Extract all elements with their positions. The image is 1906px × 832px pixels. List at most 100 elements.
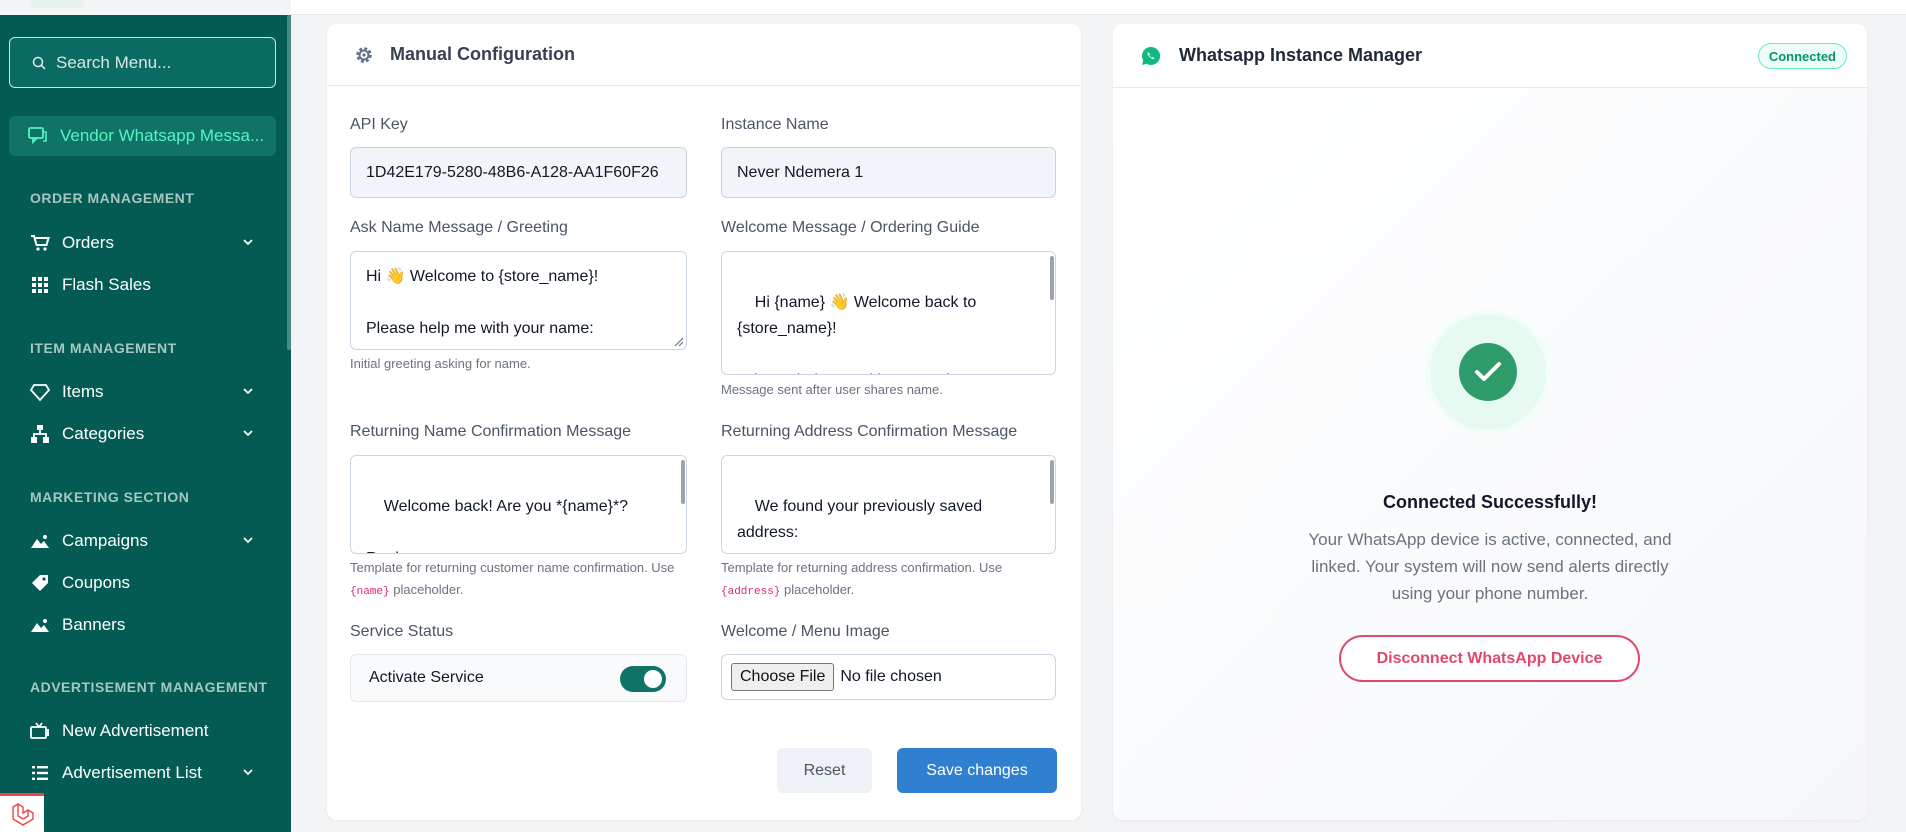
whatsapp-icon (1141, 46, 1161, 65)
sidebar-item-label: Coupons (62, 573, 131, 592)
chevron-down-icon (243, 769, 253, 776)
sidebar-item-label: Categories (62, 424, 145, 443)
returning-address-help: Template for returning address confirmat… (721, 557, 1061, 603)
search-placeholder: Search Menu... (56, 52, 172, 72)
returning-address-text: We found your previously saved address: … (737, 498, 983, 541)
sidebar: Search Menu... Vendor Whatsapp Messa... … (0, 0, 291, 832)
returning-name-label: Returning Name Confirmation Message (350, 423, 632, 440)
sidebar-item-label: Items (62, 382, 104, 401)
image-icon (30, 615, 50, 635)
sidebar-item-label: Campaigns (62, 531, 148, 550)
success-title: Connected Successfully! (1382, 492, 1598, 512)
whatsapp-instance-manager-card: Whatsapp Instance Manager Connected Conn… (1113, 24, 1867, 820)
sidebar-item-banners[interactable]: Banners (30, 610, 260, 640)
cart-icon (30, 233, 50, 253)
sidebar-item-orders[interactable]: Orders (30, 228, 260, 258)
card-header: Manual Configuration (327, 24, 1081, 86)
api-key-input[interactable]: 1D42E179-5280-48B6-A128-AA1F60F26 (350, 147, 687, 198)
sidebar-item-label: Banners (62, 615, 126, 634)
laravel-debug-icon[interactable] (0, 793, 44, 832)
diamond-icon (30, 382, 50, 402)
card-title: Manual Configuration (390, 44, 575, 64)
returning-address-label: Returning Address Confirmation Message (721, 423, 1018, 440)
mountain-icon (30, 531, 50, 551)
success-indicator (1430, 314, 1546, 430)
chevron-down-icon (243, 537, 253, 544)
grid-icon (30, 275, 50, 295)
logo-placeholder (30, 0, 84, 8)
section-order-management: ORDER MANAGEMENT (30, 190, 195, 206)
save-changes-button[interactable]: Save changes (897, 748, 1057, 793)
manual-configuration-card: Manual Configuration API Key 1D42E179-52… (327, 24, 1081, 820)
section-advertisement-management: ADVERTISEMENT MANAGEMENT (30, 679, 268, 695)
sidebar-item-flash-sales[interactable]: Flash Sales (30, 270, 260, 300)
chevron-down-icon (243, 430, 253, 437)
sidebar-item-new-advertisement[interactable]: New Advertisement (30, 716, 260, 746)
menu-image-file-input: Choose File No file chosen (721, 654, 1056, 700)
service-status-box: Activate Service (350, 654, 687, 702)
resize-handle-icon[interactable] (674, 337, 684, 347)
sidebar-item-label: Vendor Whatsapp Messa... (60, 126, 265, 145)
sidebar-logo-strip (0, 0, 291, 15)
welcome-message-text: Hi {name} 👋 Welcome back to {store_name}… (737, 294, 977, 374)
help-text: Template for returning customer name con… (350, 560, 675, 575)
sidebar-scrollbar[interactable] (287, 15, 291, 350)
sidebar-item-items[interactable]: Items (30, 377, 260, 407)
ask-name-help: Initial greeting asking for name. (350, 356, 531, 371)
address-placeholder-code: {address} (721, 586, 781, 598)
service-status-label: Service Status (350, 623, 454, 640)
menu-image-label: Welcome / Menu Image (721, 623, 890, 640)
name-placeholder-code: {name} (350, 586, 390, 598)
sidebar-item-campaigns[interactable]: Campaigns (30, 526, 260, 556)
search-icon (32, 56, 46, 70)
card-header: Whatsapp Instance Manager Connected (1113, 24, 1867, 88)
activate-service-label: Activate Service (369, 669, 484, 686)
welcome-message-textarea[interactable]: Hi {name} 👋 Welcome back to {store_name}… (721, 251, 1056, 375)
tag-icon (30, 573, 50, 593)
disconnect-device-button[interactable]: Disconnect WhatsApp Device (1339, 635, 1640, 682)
toggle-knob (644, 670, 662, 688)
choose-file-button[interactable]: Choose File (731, 663, 835, 691)
list-icon (30, 763, 50, 783)
success-description: Your WhatsApp device is active, connecte… (1308, 530, 1672, 603)
sidebar-item-categories[interactable]: Categories (30, 419, 260, 449)
sidebar-item-label: Flash Sales (62, 275, 151, 294)
returning-name-help: Template for returning customer name con… (350, 557, 700, 603)
sidebar-item-label: Orders (62, 233, 114, 252)
help-text: Template for returning address confirmat… (721, 560, 1003, 575)
section-item-management: ITEM MANAGEMENT (30, 340, 177, 356)
returning-name-textarea[interactable]: Welcome back! Are you *{name}*? Reply: ✓… (350, 455, 687, 554)
welcome-message-label: Welcome Message / Ordering Guide (721, 219, 980, 236)
sidebar-item-label: Advertisement List (62, 763, 202, 782)
connected-status-badge: Connected (1757, 43, 1847, 69)
activate-service-toggle[interactable] (620, 666, 666, 692)
sidebar-item-label: New Advertisement (62, 721, 209, 740)
sidebar-item-advertisement-list[interactable]: Advertisement List (30, 758, 260, 788)
textarea-scrollbar[interactable] (1050, 460, 1054, 504)
textarea-scrollbar[interactable] (681, 460, 685, 504)
reset-button[interactable]: Reset (777, 748, 872, 793)
section-marketing: MARKETING SECTION (30, 489, 190, 505)
search-menu-input[interactable]: Search Menu... (9, 37, 276, 88)
tv-icon (30, 721, 50, 741)
instance-status-body: Connected Successfully! Your WhatsApp de… (1113, 88, 1867, 820)
top-bar (291, 0, 1906, 15)
chat-icon (28, 127, 47, 145)
sidebar-item-coupons[interactable]: Coupons (30, 568, 260, 598)
help-text: placeholder. (393, 582, 464, 597)
ask-name-textarea[interactable]: Hi 👋 Welcome to {store_name}! Please hel… (350, 251, 687, 350)
welcome-message-help: Message sent after user shares name. (721, 382, 943, 397)
card-title: Whatsapp Instance Manager (1179, 45, 1423, 65)
returning-name-text: Welcome back! Are you *{name}*? Reply: ✓… (366, 498, 629, 553)
instance-name-input[interactable]: Never Ndemera 1 (721, 147, 1056, 198)
chevron-down-icon (243, 388, 253, 395)
check-circle-icon (1459, 343, 1517, 401)
returning-address-textarea[interactable]: We found your previously saved address: … (721, 455, 1056, 554)
gear-icon (356, 46, 372, 63)
help-text: placeholder. (784, 582, 855, 597)
sidebar-item-vendor-whatsapp[interactable]: Vendor Whatsapp Messa... (9, 116, 276, 156)
textarea-scrollbar[interactable] (1050, 256, 1054, 300)
hierarchy-icon (30, 424, 50, 444)
instance-name-label: Instance Name (721, 116, 829, 133)
api-key-label: API Key (350, 116, 408, 133)
